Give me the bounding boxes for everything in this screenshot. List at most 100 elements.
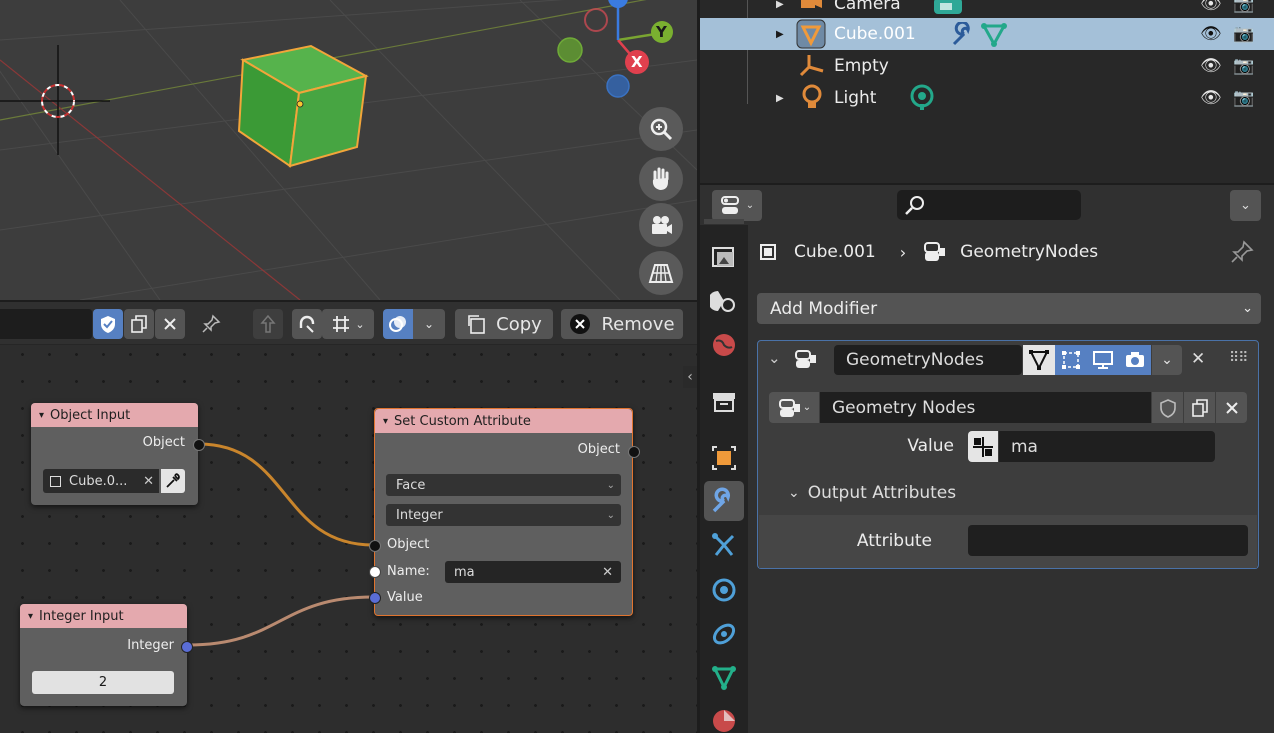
outliner[interactable]: ▶ Camera 👁 📷 ▶ Cube.001 👁 📷 Empty 👁 📷 ▶ … — [700, 0, 1274, 183]
tab-object-data[interactable] — [704, 658, 744, 698]
render-toggle[interactable] — [1119, 345, 1151, 375]
chevron-down-icon: ⌄ — [802, 402, 812, 413]
parent-tree-button[interactable] — [253, 309, 283, 339]
mesh-object-icon — [796, 19, 826, 49]
overlay-toggle-button[interactable] — [383, 309, 413, 339]
node-tree-name-field[interactable] — [0, 309, 92, 339]
tab-view-layer[interactable] — [704, 281, 744, 321]
fake-user-button[interactable] — [1152, 392, 1183, 423]
search-icon — [905, 196, 924, 215]
name-input-socket[interactable] — [369, 566, 381, 578]
integer-input-node[interactable]: ▾ Integer Input Integer 2 — [20, 604, 193, 706]
outliner-row-empty[interactable]: Empty 👁 📷 — [700, 50, 1274, 82]
modifier-name-field[interactable]: GeometryNodes — [834, 345, 1022, 375]
tab-render-output[interactable] — [704, 237, 744, 277]
object-icon — [50, 475, 61, 487]
pin-icon[interactable] — [1230, 240, 1254, 268]
object-input-node[interactable]: ▾ Object Input Object Cube.0... ✕ — [31, 403, 205, 505]
expand-arrow-icon[interactable]: ▶ — [776, 29, 784, 40]
domain-dropdown[interactable]: Face ⌄ — [386, 474, 621, 496]
render-camera-icon[interactable]: 📷 — [1233, 88, 1254, 108]
value-field[interactable]: ma — [999, 431, 1215, 462]
tab-world[interactable] — [704, 325, 744, 365]
name-field[interactable]: ma ✕ — [445, 561, 621, 583]
outliner-row-camera[interactable]: ▶ Camera 👁 📷 — [700, 0, 1274, 20]
node-header[interactable]: ▾ Integer Input — [20, 604, 187, 628]
node-header[interactable]: ▾ Set Custom Attribute — [375, 409, 632, 433]
edit-mode-toggle[interactable] — [1023, 345, 1055, 375]
drag-handle-icon[interactable]: ⠿⠿ — [1229, 350, 1248, 366]
eyedropper-button[interactable] — [161, 469, 185, 493]
duplicate-tree-button[interactable] — [124, 309, 154, 339]
eye-icon[interactable]: 👁 — [1200, 56, 1222, 76]
tab-collection[interactable] — [704, 382, 744, 422]
type-dropdown[interactable]: Integer ⌄ — [386, 504, 621, 526]
node-header[interactable]: ▾ Object Input — [31, 403, 198, 427]
copy-button[interactable]: Copy — [455, 309, 553, 339]
chevron-down-icon[interactable]: ▾ — [39, 410, 44, 421]
eye-icon[interactable]: 👁 — [1200, 88, 1222, 108]
snap-mode-dropdown[interactable]: ⌄ — [322, 309, 374, 339]
node-group-browse-button[interactable]: ⌄ — [769, 392, 819, 423]
duplicate-group-button[interactable] — [1184, 392, 1215, 423]
tab-object-constraints[interactable] — [704, 614, 744, 654]
unlink-tree-button[interactable] — [155, 309, 185, 339]
tab-object[interactable] — [704, 438, 744, 478]
expand-arrow-icon[interactable]: ▶ — [776, 0, 784, 10]
tab-tool[interactable] — [704, 219, 744, 224]
fake-user-button[interactable] — [93, 309, 123, 339]
eye-icon[interactable]: 👁 — [1200, 0, 1222, 14]
breadcrumb-modifier: GeometryNodes — [960, 242, 1099, 262]
node-group-name-field[interactable]: Geometry Nodes — [820, 392, 1151, 423]
search-input[interactable] — [897, 190, 1081, 220]
render-camera-icon[interactable]: 📷 — [1233, 56, 1254, 76]
integer-value-field[interactable]: 2 — [32, 671, 174, 694]
unlink-group-button[interactable] — [1216, 392, 1247, 423]
clear-icon[interactable]: ✕ — [602, 565, 613, 580]
set-custom-attribute-node[interactable]: ▾ Set Custom Attribute Object Face ⌄ Int… — [369, 408, 640, 616]
object-output-socket[interactable] — [628, 446, 640, 458]
expand-arrow-icon[interactable]: ▶ — [776, 93, 784, 104]
snap-toggle-button[interactable] — [292, 309, 322, 339]
properties-editor[interactable]: ⌄ ⌄ Cube.001 › GeometryNodes Add Modifie… — [700, 185, 1274, 733]
modifier-options-dropdown[interactable]: ⌄ — [1152, 345, 1182, 375]
tab-particles[interactable] — [704, 525, 744, 565]
output-attributes-subpanel-header[interactable]: ⌄ Output Attributes — [788, 483, 956, 503]
3d-viewport[interactable]: Y X — [0, 0, 697, 300]
outliner-row-cube001[interactable]: ▶ Cube.001 👁 📷 — [700, 18, 1274, 50]
object-output-socket[interactable] — [193, 439, 205, 451]
chevron-down-icon[interactable]: ⌄ — [768, 349, 781, 367]
add-modifier-button[interactable]: Add Modifier ⌄ — [757, 293, 1261, 324]
delete-modifier-icon[interactable]: ✕ — [1191, 349, 1205, 369]
on-cage-toggle[interactable] — [1055, 345, 1087, 375]
object-field[interactable]: Cube.0... ✕ — [43, 469, 159, 493]
integer-output-socket[interactable] — [181, 641, 193, 653]
clear-icon[interactable]: ✕ — [143, 474, 154, 489]
attribute-field[interactable] — [968, 525, 1248, 556]
camera-view-button[interactable] — [639, 203, 683, 247]
remove-button[interactable]: Remove — [561, 309, 683, 339]
ortho-toggle-button[interactable] — [639, 251, 683, 295]
chevron-down-icon[interactable]: ▾ — [28, 611, 33, 622]
physics-icon — [712, 578, 736, 602]
viewport-toggle[interactable] — [1087, 345, 1119, 375]
tab-physics[interactable] — [704, 570, 744, 610]
eye-icon[interactable]: 👁 — [1200, 24, 1222, 44]
object-input-socket[interactable] — [369, 540, 381, 552]
options-dropdown[interactable]: ⌄ — [1230, 190, 1261, 221]
sidebar-toggle-arrow[interactable]: ‹ — [683, 366, 697, 388]
tab-material[interactable] — [704, 701, 744, 733]
render-camera-icon[interactable]: 📷 — [1233, 0, 1254, 14]
value-input-socket[interactable] — [369, 592, 381, 604]
tab-modifiers[interactable] — [704, 481, 744, 521]
render-camera-icon[interactable]: 📷 — [1233, 24, 1254, 44]
editor-type-dropdown[interactable]: ⌄ — [712, 190, 762, 221]
node-editor[interactable]: ⌄ ⌄ Copy Remove ‹ ▾ Object Input Object … — [0, 302, 697, 733]
pin-button[interactable] — [196, 309, 226, 339]
zoom-button[interactable] — [639, 107, 683, 151]
attribute-toggle-button[interactable] — [968, 431, 998, 462]
pan-button[interactable] — [639, 157, 683, 201]
overlay-dropdown[interactable]: ⌄ — [413, 309, 445, 339]
chevron-down-icon[interactable]: ▾ — [383, 416, 388, 427]
outliner-row-light[interactable]: ▶ Light 👁 📷 — [700, 82, 1274, 114]
